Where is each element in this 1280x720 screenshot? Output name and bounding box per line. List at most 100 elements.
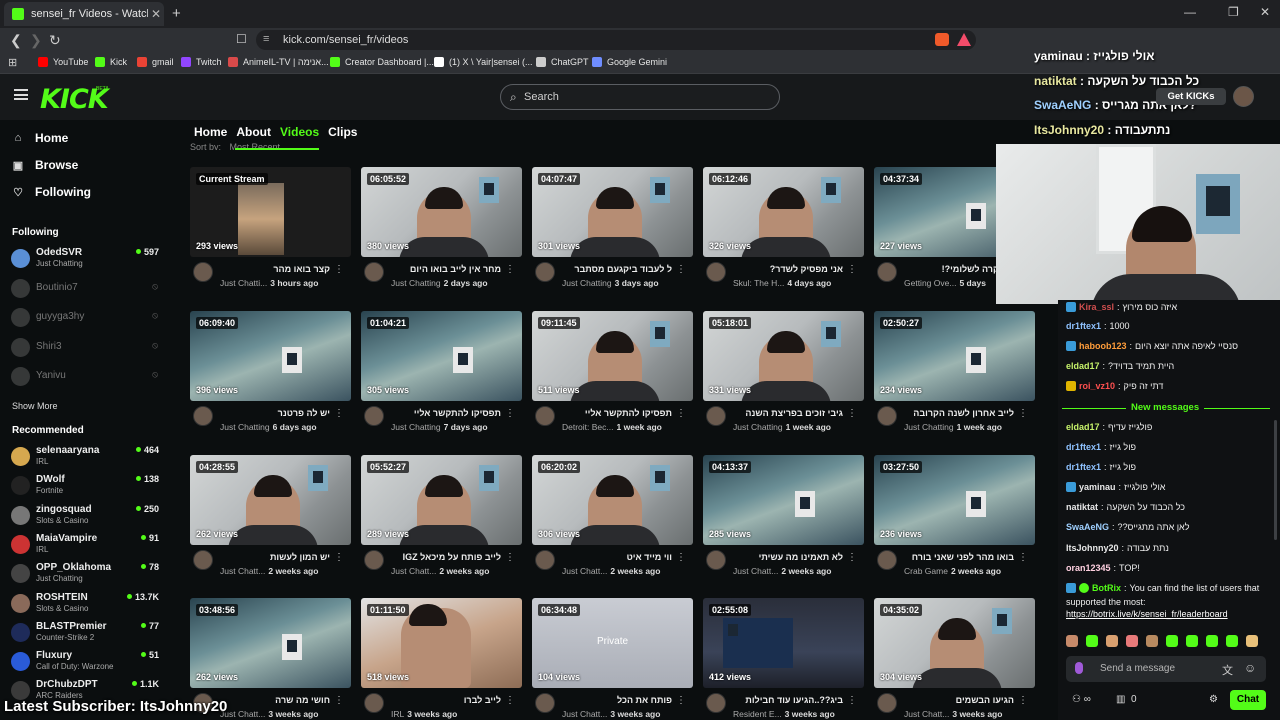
video-title[interactable]: מחר אין לייב בואו היום: [391, 264, 501, 274]
channel-avatar[interactable]: [877, 693, 897, 713]
video-category[interactable]: Just Chatting: [391, 278, 441, 288]
video-title[interactable]: תפסיקו להתקשר אליי: [562, 408, 672, 418]
sidebar-channel[interactable]: DWolf Fortnite 138: [11, 474, 161, 496]
channel-avatar[interactable]: [706, 693, 726, 713]
channel-avatar[interactable]: [877, 406, 897, 426]
chat-username[interactable]: SwaAeNG: [1066, 522, 1109, 532]
video-card[interactable]: 06:05:52 380 views מחר אין לייב בואו היום J…: [361, 167, 522, 297]
video-title[interactable]: אני מפסיק לשדר?: [733, 264, 843, 274]
chat-username[interactable]: Kira_ssl: [1079, 302, 1114, 312]
new-tab-icon[interactable]: +: [172, 5, 181, 22]
more-options-icon[interactable]: ⋮: [1018, 552, 1028, 563]
chat-username[interactable]: natiktat: [1066, 502, 1098, 512]
video-category[interactable]: Just Chatting: [391, 422, 441, 432]
reload-icon[interactable]: ↻: [49, 32, 61, 49]
video-card[interactable]: 06:34:48 Private 104 views פותח את הכל Just …: [532, 598, 693, 720]
video-card[interactable]: 04:07:47 301 views ל לעבוד ביקגעם מסתבר Jus…: [532, 167, 693, 297]
forward-icon[interactable]: ❯: [30, 32, 42, 49]
notification-off-icon[interactable]: ⦸: [152, 281, 158, 292]
video-thumbnail[interactable]: 05:18:01 331 views: [703, 311, 864, 401]
tab-clips[interactable]: Clips: [328, 125, 357, 139]
video-title[interactable]: חושי מה שרה: [220, 695, 330, 705]
maximize-icon[interactable]: ❐: [1228, 5, 1239, 19]
bookmark-item[interactable]: Creator Dashboard |...: [330, 57, 434, 67]
channel-avatar[interactable]: [364, 406, 384, 426]
more-options-icon[interactable]: ⋮: [334, 264, 344, 275]
minimize-icon[interactable]: —: [1184, 5, 1196, 19]
video-thumbnail[interactable]: 06:34:48 Private 104 views: [532, 598, 693, 688]
video-title[interactable]: לייב לברו: [391, 695, 501, 705]
chat-username[interactable]: dr1ftex1: [1066, 442, 1101, 452]
channel-avatar[interactable]: [877, 550, 897, 570]
video-thumbnail[interactable]: 01:04:21 305 views: [361, 311, 522, 401]
video-card[interactable]: 06:09:40 396 views יש לה פרטנר Just Chattin…: [190, 311, 351, 441]
channel-avatar[interactable]: [535, 693, 555, 713]
emote-icon[interactable]: [1246, 635, 1258, 647]
channel-avatar[interactable]: [193, 406, 213, 426]
bookmark-item[interactable]: gmail: [137, 57, 174, 67]
video-thumbnail[interactable]: 01:11:50 518 views: [361, 598, 522, 688]
settings-gear-icon[interactable]: ⚙: [1209, 694, 1218, 705]
video-title[interactable]: לא תאמינו מה עשיתי: [733, 552, 843, 562]
browser-tab[interactable]: sensei_fr Videos - Watch On-De ✕: [4, 2, 164, 26]
video-title[interactable]: ביג??..הגיעו עוד חבילות: [733, 695, 843, 705]
sidebar-channel[interactable]: guyyga3hy ⦸: [11, 306, 161, 328]
video-thumbnail[interactable]: 09:11:45 511 views: [532, 311, 693, 401]
video-thumbnail[interactable]: 06:05:52 380 views: [361, 167, 522, 257]
video-thumbnail[interactable]: 04:28:55 262 views: [190, 455, 351, 545]
channel-avatar[interactable]: [877, 262, 897, 282]
tab-videos[interactable]: Videos: [280, 125, 319, 139]
video-card[interactable]: 04:13:37 285 views לא תאמינו מה עשיתי Just …: [703, 455, 864, 585]
video-title[interactable]: הגיעו הבשמים: [904, 695, 1014, 705]
emote-icon[interactable]: [1146, 635, 1158, 647]
more-options-icon[interactable]: ⋮: [334, 695, 344, 706]
chat-username[interactable]: eldad17: [1066, 361, 1100, 371]
video-title[interactable]: בואו מהר לפני שאני בורח: [904, 552, 1014, 562]
sidebar-channel[interactable]: OdedSVR Just Chatting 597: [11, 247, 161, 269]
tab-about[interactable]: About: [236, 125, 271, 139]
window-close-icon[interactable]: ✕: [1260, 5, 1270, 19]
notification-off-icon[interactable]: ⦸: [152, 340, 158, 351]
emote-icon[interactable]: [1086, 635, 1098, 647]
more-options-icon[interactable]: ⋮: [676, 552, 686, 563]
channel-avatar[interactable]: [364, 693, 384, 713]
video-thumbnail[interactable]: 04:13:37 285 views: [703, 455, 864, 545]
video-card[interactable]: 03:27:50 236 views בואו מהר לפני שאני בורח…: [874, 455, 1035, 585]
video-category[interactable]: Crab Game: [904, 566, 948, 576]
video-category[interactable]: Just Chatt...: [904, 709, 949, 719]
video-card[interactable]: 04:28:55 262 views יש המון לעשות Just Chatt…: [190, 455, 351, 585]
video-category[interactable]: Just Chatt...: [562, 566, 607, 576]
video-thumbnail[interactable]: 04:35:02 304 views: [874, 598, 1035, 688]
chat-username[interactable]: dr1ftex1: [1066, 321, 1101, 331]
leaderboard-link[interactable]: https://botrix.live/k/sensei_fr/leaderbo…: [1066, 609, 1228, 619]
video-card[interactable]: 01:04:21 305 views תפסיקו להתקשר אליי Just …: [361, 311, 522, 441]
translate-icon[interactable]: 文: [1222, 662, 1233, 678]
video-category[interactable]: Just Chatting: [562, 278, 612, 288]
video-card[interactable]: 04:35:02 304 views הגיעו הבשמים Just Chatt.…: [874, 598, 1035, 720]
more-options-icon[interactable]: ⋮: [676, 264, 686, 275]
video-title[interactable]: לייב אחרון לשנה הקרובה: [904, 408, 1014, 418]
video-category[interactable]: Just Chatting: [220, 422, 270, 432]
video-thumbnail[interactable]: 03:27:50 236 views: [874, 455, 1035, 545]
more-options-icon[interactable]: ⋮: [847, 408, 857, 419]
chat-username[interactable]: ItsJohnny20: [1066, 543, 1119, 553]
back-icon[interactable]: ❮: [10, 32, 22, 49]
video-category[interactable]: Just Chatti...: [220, 278, 267, 288]
chat-send-button[interactable]: Chat: [1230, 690, 1266, 710]
more-options-icon[interactable]: ⋮: [676, 408, 686, 419]
video-thumbnail[interactable]: 06:20:02 306 views: [532, 455, 693, 545]
video-title[interactable]: תפסיקו להתקשר אליי: [391, 408, 501, 418]
sidebar-channel[interactable]: BLASTPremier Counter-Strike 2 77: [11, 621, 161, 643]
video-category[interactable]: Skul: The H...: [733, 278, 784, 288]
video-card[interactable]: 05:52:27 289 views לייב פותח על מיכאל IGZ J…: [361, 455, 522, 585]
notification-off-icon[interactable]: ⦸: [152, 369, 158, 380]
sidebar-channel[interactable]: Fluxury Call of Duty: Warzone 51: [11, 650, 161, 672]
show-more-button[interactable]: Show More: [12, 401, 58, 411]
menu-icon[interactable]: [14, 89, 28, 100]
video-card[interactable]: 02:50:27 234 views לייב אחרון לשנה הקרובה J…: [874, 311, 1035, 441]
video-card[interactable]: 09:11:45 511 views תפסיקו להתקשר אליי Detro…: [532, 311, 693, 441]
video-thumbnail[interactable]: 03:48:56 262 views: [190, 598, 351, 688]
more-options-icon[interactable]: ⋮: [847, 264, 857, 275]
more-options-icon[interactable]: ⋮: [676, 695, 686, 706]
more-options-icon[interactable]: ⋮: [1018, 408, 1028, 419]
